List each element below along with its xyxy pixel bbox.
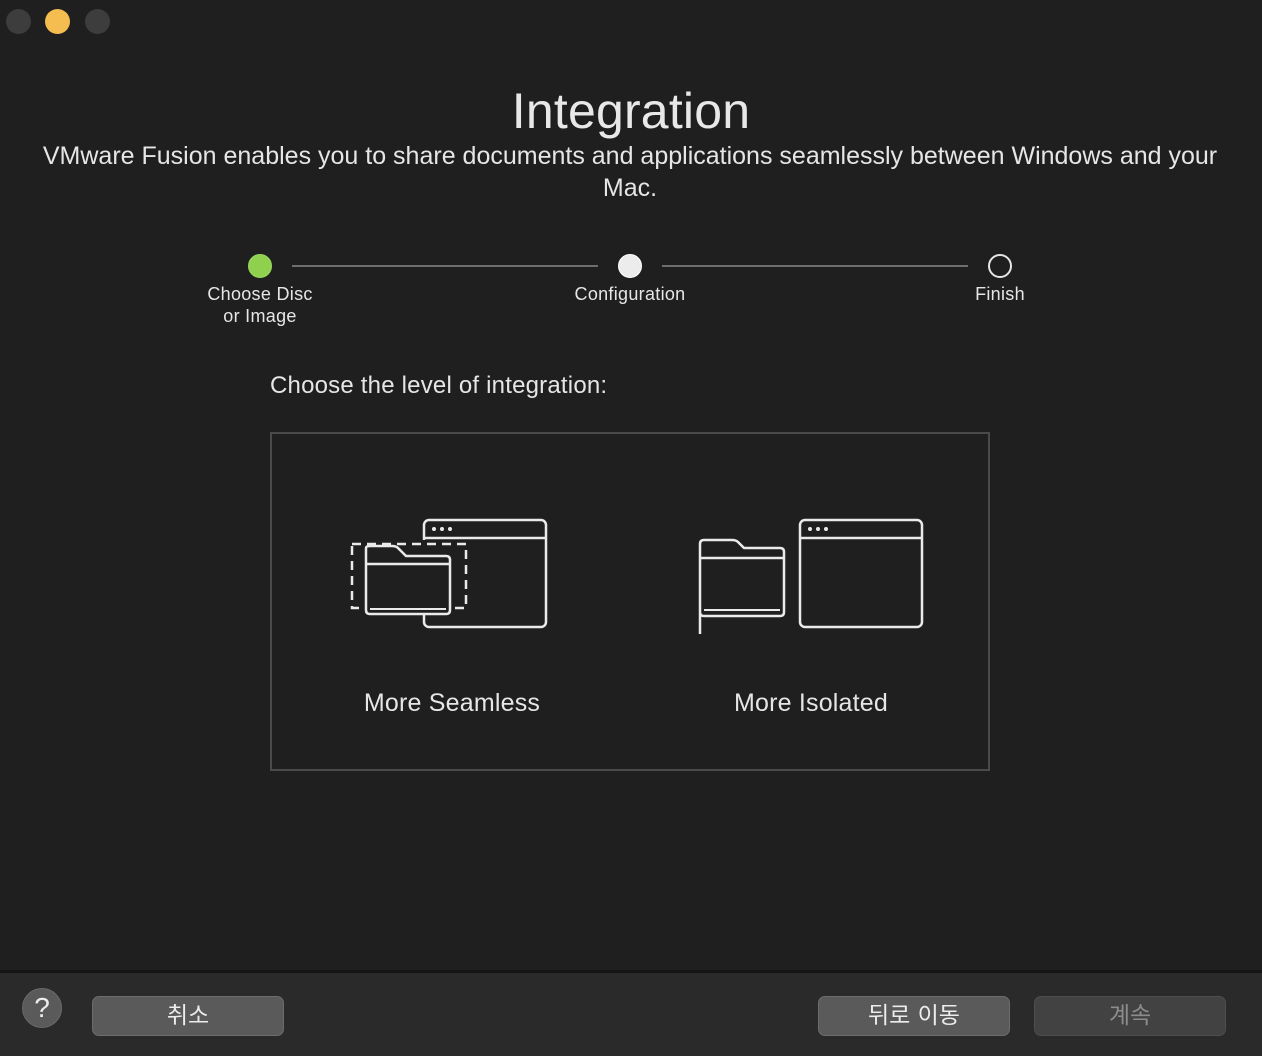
step-current-icon — [618, 254, 642, 278]
help-button[interactable]: ? — [22, 988, 62, 1028]
option-more-isolated-label: More Isolated — [733, 689, 889, 717]
step-label-configuration: Configuration — [574, 284, 686, 304]
continue-button[interactable]: 계속 — [1034, 996, 1226, 1036]
cancel-button[interactable]: 취소 — [92, 996, 284, 1036]
page-title: Integration — [511, 83, 751, 139]
integration-level-heading: Choose the level of integration: — [270, 372, 608, 399]
window-minimize-button[interactable] — [45, 9, 70, 34]
step-complete-icon — [248, 254, 272, 278]
option-more-seamless-label: More Seamless — [363, 689, 541, 717]
window-zoom-button[interactable] — [85, 9, 110, 34]
shared-folder-window-icon — [350, 518, 548, 629]
separate-folder-window-icon — [698, 518, 924, 634]
step-label-finish: Finish — [975, 284, 1025, 304]
back-button[interactable]: 뒤로 이동 — [818, 996, 1010, 1036]
step-connector-2 — [662, 265, 968, 267]
option-more-seamless[interactable]: More Seamless — [312, 494, 592, 734]
step-connector-1 — [292, 265, 598, 267]
step-pending-icon — [988, 254, 1012, 278]
option-more-isolated[interactable]: More Isolated — [672, 494, 952, 734]
window-close-button[interactable] — [6, 9, 31, 34]
step-label-choose-disc: Choose Disc or Image — [207, 284, 313, 326]
integration-options-panel: More Seamless More Isolated — [270, 432, 990, 771]
page-subtitle: VMware Fusion enables you to share docum… — [42, 142, 1218, 202]
